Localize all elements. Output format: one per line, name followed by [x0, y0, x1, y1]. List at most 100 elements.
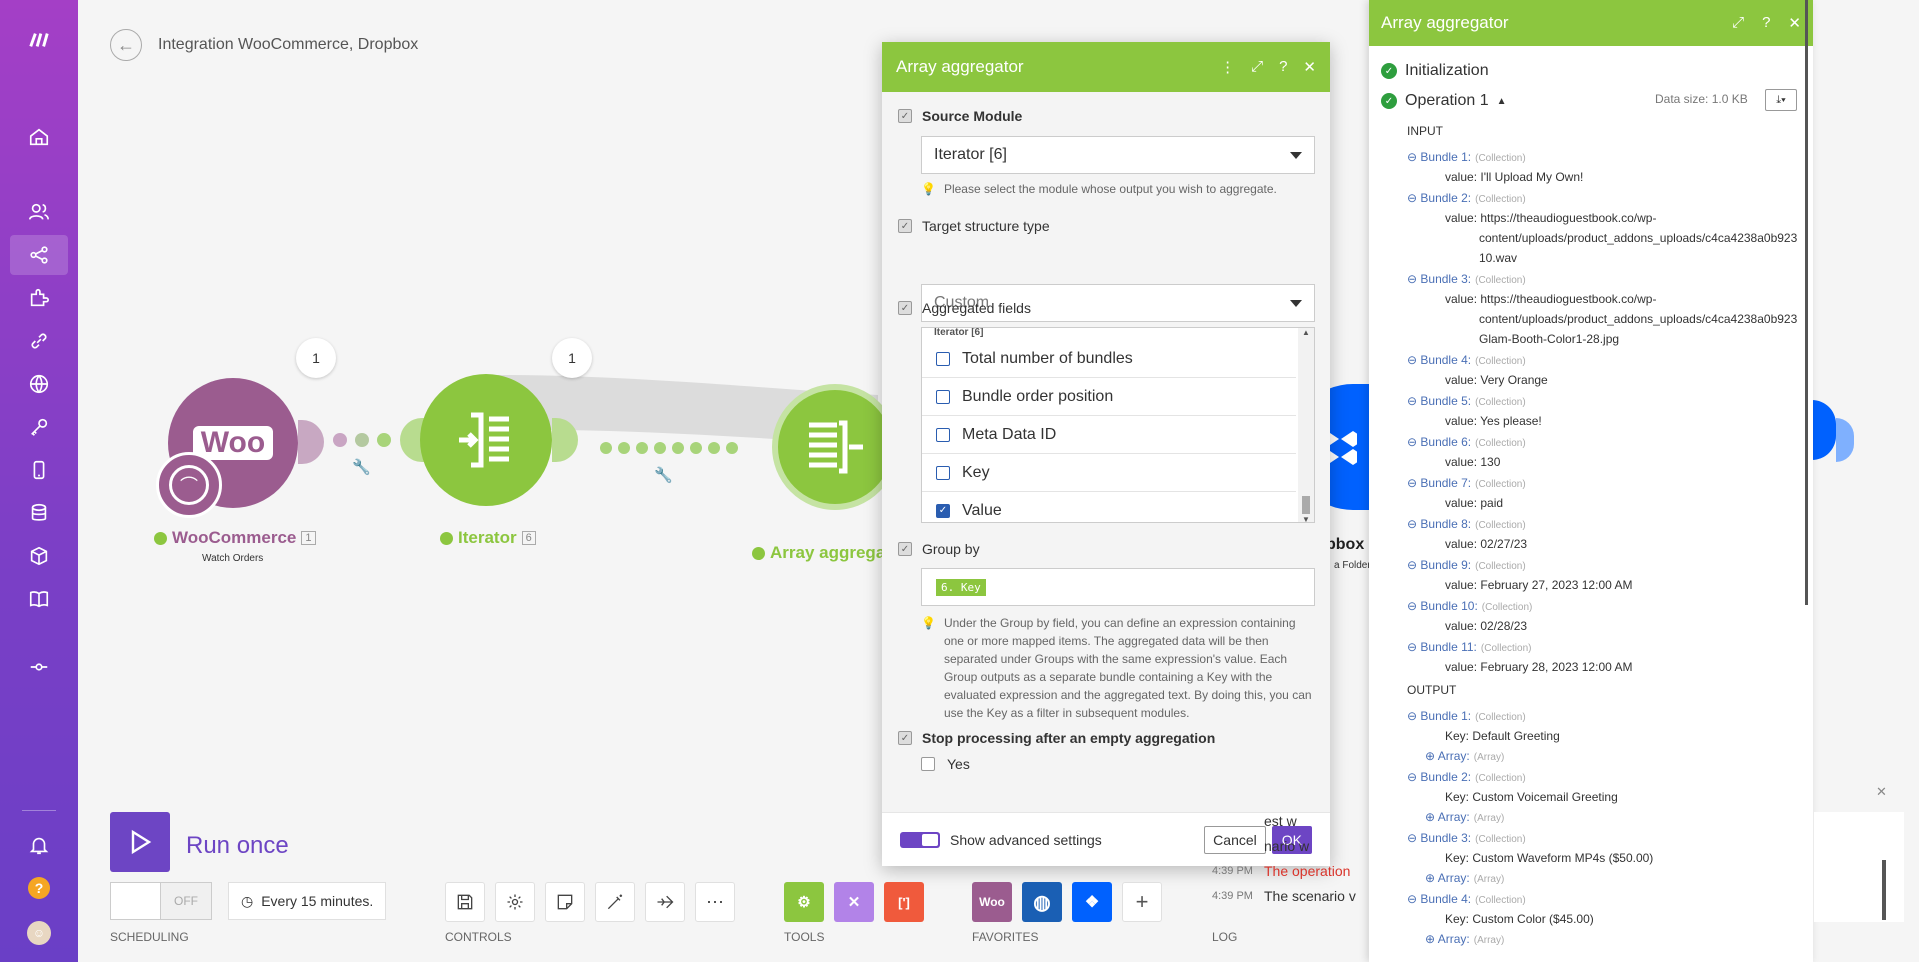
bundle-row[interactable]: ⊖ Bundle 2: (Collection) [1407, 770, 1526, 784]
favorite-dropbox-icon[interactable]: ❖ [1072, 882, 1112, 922]
home-icon[interactable] [0, 117, 78, 157]
add-favorite-plus-icon[interactable]: + [1122, 882, 1162, 922]
bundle-row[interactable]: ⊖ Bundle 10: (Collection) [1407, 599, 1532, 613]
bundle-row[interactable]: ⊖ Bundle 1: (Collection) [1407, 150, 1526, 164]
scroll-down-icon[interactable]: ▼ [1302, 515, 1310, 522]
webhooks-globe-icon[interactable] [0, 364, 78, 404]
log-entry[interactable]: 4:39 PM The scenario v [1212, 883, 1370, 908]
flow-control-icon[interactable] [0, 647, 78, 687]
minimap-scrollbar[interactable] [1882, 860, 1886, 920]
run-once-label[interactable]: Run once [186, 832, 289, 860]
bundle-row[interactable]: ⊖ Bundle 1: (Collection) [1407, 709, 1526, 723]
user-avatar[interactable]: ☺ [0, 913, 78, 953]
save-icon[interactable] [445, 882, 485, 922]
scenarios-icon[interactable] [10, 235, 68, 275]
favorite-http-globe-icon[interactable]: ◍ [1022, 882, 1062, 922]
group-by-input[interactable]: 6. Key [921, 568, 1315, 606]
flow-control-tool-icon[interactable]: ✕ [834, 882, 874, 922]
iterator-module[interactable] [420, 374, 552, 506]
type-hint: (Collection) [1475, 397, 1526, 408]
next-module-handle[interactable] [1836, 418, 1854, 462]
advanced-settings-label[interactable]: Show advanced settings [950, 832, 1102, 848]
filter-wrench-icon[interactable]: 🔧 [352, 458, 371, 476]
bundle-row[interactable]: ⊖ Bundle 9: (Collection) [1407, 558, 1526, 572]
aggregated-field-item[interactable]: Total number of bundles [922, 340, 1296, 378]
filter-wrench-icon[interactable]: 🔧 [654, 466, 673, 484]
bundle-row[interactable]: ⊖ Bundle 8: (Collection) [1407, 517, 1526, 531]
scheduling-toggle[interactable]: OFF [110, 882, 212, 920]
notes-icon[interactable] [545, 882, 585, 922]
bundle-row[interactable]: ⊖ Bundle 6: (Collection) [1407, 435, 1526, 449]
data-stores-icon[interactable] [0, 493, 78, 533]
field-checkbox[interactable] [936, 389, 950, 404]
bundle-row[interactable]: ⊖ Bundle 3: (Collection) [1407, 272, 1526, 286]
schedule-clock-icon[interactable]: ⌒ [156, 452, 222, 518]
devices-icon[interactable] [0, 450, 78, 490]
more-options-icon[interactable]: ⋮ [1220, 58, 1235, 76]
value-row: content/uploads/product_addons_uploads/c… [1479, 312, 1797, 326]
field-toggle-checkbox[interactable]: ✓ [898, 109, 912, 123]
help-question-icon[interactable]: ? [1279, 58, 1287, 76]
key-label: Key: [1445, 851, 1473, 865]
woo-operations-bubble[interactable]: 1 [296, 338, 336, 378]
field-toggle-checkbox[interactable]: ✓ [898, 731, 912, 745]
back-button[interactable]: ← [110, 29, 142, 61]
field-checkbox[interactable] [936, 351, 950, 366]
field-checkbox[interactable] [936, 427, 950, 442]
next-module-edge[interactable] [1812, 400, 1836, 460]
log-entry[interactable]: nario w [1212, 833, 1370, 858]
explain-flow-plane-icon[interactable] [645, 882, 685, 922]
auto-align-wand-icon[interactable] [595, 882, 635, 922]
text-parser-icon[interactable]: ['] [884, 882, 924, 922]
field-toggle-checkbox[interactable]: ✓ [898, 219, 912, 233]
mapped-item-pill[interactable]: 6. Key [936, 578, 986, 596]
source-module-select[interactable]: Iterator [6] [921, 136, 1315, 174]
log-entry[interactable]: est w [1212, 808, 1370, 833]
settings-gear-icon[interactable] [495, 882, 535, 922]
field-toggle-checkbox[interactable]: ✓ [898, 301, 912, 315]
scroll-thumb[interactable] [1302, 496, 1310, 514]
run-once-button[interactable] [110, 812, 170, 872]
bundle-row[interactable]: ⊖ Bundle 11: (Collection) [1407, 640, 1531, 654]
bundle-row[interactable]: ⊖ Bundle 5: (Collection) [1407, 394, 1526, 408]
value-text: Very Orange [1480, 373, 1548, 387]
maximize-icon[interactable]: ⤢ [1251, 58, 1263, 76]
more-controls-icon[interactable]: ⋯ [695, 882, 735, 922]
yes-checkbox[interactable] [921, 757, 935, 771]
field-checkbox[interactable]: ✓ [936, 503, 950, 518]
stop-processing-option[interactable]: Yes [921, 756, 970, 772]
team-icon[interactable] [0, 192, 78, 232]
keys-icon[interactable] [0, 407, 78, 447]
aggregated-field-item[interactable]: Key [922, 454, 1296, 492]
make-logo-icon[interactable] [0, 20, 78, 60]
field-checkbox[interactable] [936, 465, 950, 480]
tools-gear-icon[interactable]: ⚙ [784, 882, 824, 922]
data-structures-icon[interactable] [0, 536, 78, 576]
apps-puzzle-icon[interactable] [0, 278, 78, 318]
aggregated-field-item[interactable]: Meta Data ID [922, 416, 1296, 454]
connections-icon[interactable] [0, 321, 78, 361]
iterator-operations-bubble[interactable]: 1 [552, 338, 592, 378]
favorite-woocommerce-icon[interactable]: Woo [972, 882, 1012, 922]
schedule-interval-button[interactable]: ◷ Every 15 minutes. [228, 882, 387, 920]
bundle-row[interactable]: ⊖ Bundle 7: (Collection) [1407, 476, 1526, 490]
aggregated-field-item[interactable]: ✓ Value [922, 492, 1296, 522]
log-entry[interactable]: 4:39 PM The operation [1212, 858, 1370, 883]
fields-scrollbar[interactable]: ▲ ▼ [1298, 328, 1314, 522]
field-toggle-checkbox[interactable]: ✓ [898, 542, 912, 556]
aggregated-field-item[interactable]: Bundle order position [922, 378, 1296, 416]
array-aggregator-module[interactable] [772, 384, 898, 510]
advanced-settings-toggle[interactable] [900, 831, 940, 848]
close-icon[interactable]: ✕ [1303, 58, 1316, 76]
scenario-title[interactable]: Integration WooCommerce, Dropbox [158, 36, 418, 54]
scroll-up-icon[interactable]: ▲ [1302, 328, 1310, 337]
help-icon[interactable]: ? [0, 868, 78, 908]
aggregated-fields-list[interactable]: Iterator [6] Total number of bundles Bund… [921, 327, 1315, 523]
bundle-row[interactable]: ⊖ Bundle 4: (Collection) [1407, 353, 1526, 367]
bundle-row[interactable]: ⊖ Bundle 4: (Collection) [1407, 892, 1526, 906]
templates-book-icon[interactable] [0, 579, 78, 619]
notifications-bell-icon[interactable] [0, 825, 78, 865]
close-icon[interactable]: ✕ [1876, 784, 1887, 800]
bundle-row[interactable]: ⊖ Bundle 2: (Collection) [1407, 191, 1526, 205]
bundle-row[interactable]: ⊖ Bundle 3: (Collection) [1407, 831, 1526, 845]
